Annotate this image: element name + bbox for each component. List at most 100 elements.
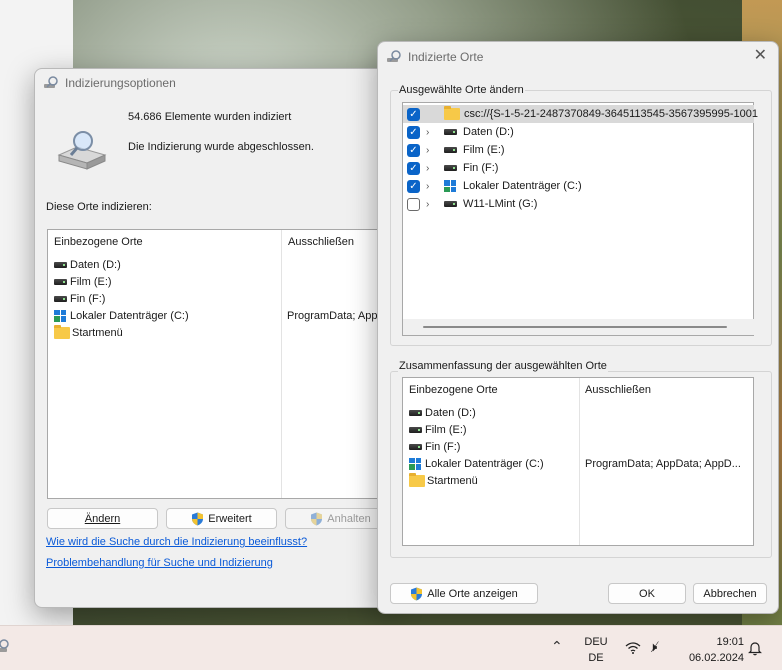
- location-name: Lokaler Datenträger (C:): [425, 457, 544, 470]
- chevron-right-icon[interactable]: ›: [426, 145, 438, 156]
- cancel-label: Abbrechen: [703, 587, 757, 600]
- column-separator: [579, 378, 580, 545]
- ok-label: OK: [639, 587, 655, 600]
- list-item[interactable]: Fin (F:): [409, 438, 460, 455]
- close-icon[interactable]: ✕: [754, 48, 767, 64]
- list-item[interactable]: Startmenü: [409, 472, 478, 489]
- tree-item[interactable]: ✓ › Fin (F:): [407, 159, 498, 177]
- indexed-locations-window: Indizierte Orte ✕ Ausgewählte Orte änder…: [377, 41, 779, 614]
- drive-icon: [54, 295, 67, 302]
- advanced-button[interactable]: Erweitert: [166, 508, 277, 529]
- wifi-icon[interactable]: [625, 642, 641, 654]
- shield-icon: [192, 512, 204, 525]
- chevron-right-icon[interactable]: ›: [426, 127, 438, 138]
- tree-item[interactable]: ✓ › Daten (D:): [407, 123, 514, 141]
- tree-item-label: Daten (D:): [463, 126, 514, 138]
- location-name: Film (E:): [425, 423, 467, 436]
- exclude-value: ProgramData; AppData; AppD...: [585, 457, 741, 470]
- pause-button-label: Anhalten: [327, 512, 371, 525]
- checkbox-checked[interactable]: ✓: [407, 143, 420, 157]
- language-code: DEU: [584, 636, 608, 648]
- modify-button-label: Ändern: [84, 512, 121, 525]
- list-item-exclude: ProgramData; AppD: [287, 307, 385, 324]
- chevron-right-icon[interactable]: ›: [426, 163, 438, 174]
- show-all-locations-button[interactable]: Alle Orte anzeigen: [390, 583, 538, 604]
- included-locations-list[interactable]: Einbezogene Orte Ausschließen Daten (D:)…: [47, 229, 393, 499]
- list-item[interactable]: Startmenü: [54, 324, 123, 341]
- list-item[interactable]: Fin (F:): [54, 290, 105, 307]
- locations-tree[interactable]: ✓ csc://{S-1-5-21-2487370849-3645113545-…: [402, 102, 758, 336]
- indexing-taskbar-icon[interactable]: [0, 638, 12, 656]
- keyboard-layout: DE: [588, 652, 604, 664]
- tree-item[interactable]: ✓ › Lokaler Datenträger (C:): [407, 177, 582, 195]
- list-item[interactable]: Lokaler Datenträger (C:): [409, 455, 544, 472]
- folder-icon: [54, 324, 70, 339]
- summary-list[interactable]: Einbezogene Orte Ausschließen Daten (D:)…: [402, 377, 754, 546]
- folder-icon: [444, 106, 460, 120]
- column-header-exclude[interactable]: Ausschließen: [288, 236, 354, 248]
- location-name: Startmenü: [72, 326, 123, 339]
- indexed-locations-titlebar[interactable]: Indizierte Orte: [378, 42, 778, 72]
- window-title: Indizierte Orte: [408, 50, 484, 64]
- checkbox-checked[interactable]: ✓: [407, 107, 420, 121]
- column-header-exclude[interactable]: Ausschließen: [585, 384, 651, 396]
- window-title: Indizierungsoptionen: [65, 76, 176, 90]
- change-locations-label: Ausgewählte Orte ändern: [398, 84, 525, 96]
- tree-item[interactable]: › W11-LMint (G:): [407, 195, 537, 213]
- windows-drive-icon: [54, 309, 66, 322]
- chevron-up-icon[interactable]: ⌃: [551, 638, 563, 655]
- scrollbar-thumb[interactable]: [423, 326, 727, 328]
- speaker-muted-icon[interactable]: 🕨̸: [649, 639, 657, 655]
- tree-item-label: Fin (F:): [463, 162, 499, 174]
- location-name: Daten (D:): [70, 258, 121, 271]
- drive-icon: [409, 443, 422, 450]
- tree-item[interactable]: ✓ csc://{S-1-5-21-2487370849-3645113545-…: [407, 105, 758, 123]
- indexing-options-titlebar[interactable]: Indizierungsoptionen: [35, 69, 393, 97]
- bell-icon[interactable]: [748, 641, 762, 656]
- list-item[interactable]: Daten (D:): [409, 404, 476, 421]
- checkbox-unchecked[interactable]: [407, 197, 420, 211]
- list-item[interactable]: Film (E:): [409, 421, 467, 438]
- ok-button[interactable]: OK: [608, 583, 686, 604]
- drive-icon: [409, 409, 422, 416]
- column-header-included[interactable]: Einbezogene Orte: [409, 384, 498, 396]
- cancel-button[interactable]: Abbrechen: [693, 583, 767, 604]
- column-header-included[interactable]: Einbezogene Orte: [54, 236, 143, 248]
- drive-icon: [444, 147, 457, 153]
- tree-item-label: Lokaler Datenträger (C:): [463, 180, 582, 192]
- checkbox-checked[interactable]: ✓: [407, 125, 420, 139]
- modify-button[interactable]: Ändern: [47, 508, 158, 529]
- drive-icon: [54, 261, 67, 268]
- shield-icon: [411, 587, 423, 600]
- input-language[interactable]: DEU DE: [580, 634, 612, 666]
- how-indexing-affects-link[interactable]: Wie wird die Suche durch die Indizierung…: [46, 536, 307, 548]
- troubleshoot-link[interactable]: Problembehandlung für Suche und Indizier…: [46, 557, 273, 569]
- list-item[interactable]: Lokaler Datenträger (C:): [54, 307, 189, 324]
- location-name: Daten (D:): [425, 406, 476, 419]
- tree-item[interactable]: ✓ › Film (E:): [407, 141, 505, 159]
- chevron-right-icon[interactable]: ›: [426, 181, 438, 192]
- clock-date: 06.02.2024: [688, 652, 744, 664]
- chevron-right-icon[interactable]: ›: [426, 199, 438, 210]
- location-name: Startmenü: [427, 474, 478, 487]
- list-item-exclude: ProgramData; AppData; AppD...: [585, 455, 741, 472]
- horizontal-scrollbar[interactable]: [403, 319, 754, 335]
- list-item[interactable]: Daten (D:): [54, 256, 121, 273]
- windows-drive-icon: [444, 180, 456, 192]
- shield-icon: [311, 512, 323, 525]
- advanced-button-label: Erweitert: [208, 512, 252, 525]
- drive-icon: [409, 426, 422, 433]
- clock[interactable]: 19:01 06.02.2024: [678, 634, 744, 666]
- tree-item-label: csc://{S-1-5-21-2487370849-3645113545-35…: [464, 108, 758, 120]
- checkbox-checked[interactable]: ✓: [407, 179, 420, 193]
- clock-time: 19:01: [716, 636, 744, 648]
- windows-drive-icon: [409, 457, 421, 470]
- checkbox-checked[interactable]: ✓: [407, 161, 420, 175]
- summary-label: Zusammenfassung der ausgewählten Orte: [398, 360, 608, 372]
- folder-icon: [409, 472, 425, 487]
- drive-icon: [444, 129, 457, 135]
- indexing-status-text: Die Indizierung wurde abgeschlossen.: [128, 141, 314, 153]
- taskbar: ⌃ DEU DE 🕨̸ 19:01 06.02.2024: [0, 625, 782, 670]
- drive-icon: [444, 165, 457, 171]
- list-item[interactable]: Film (E:): [54, 273, 112, 290]
